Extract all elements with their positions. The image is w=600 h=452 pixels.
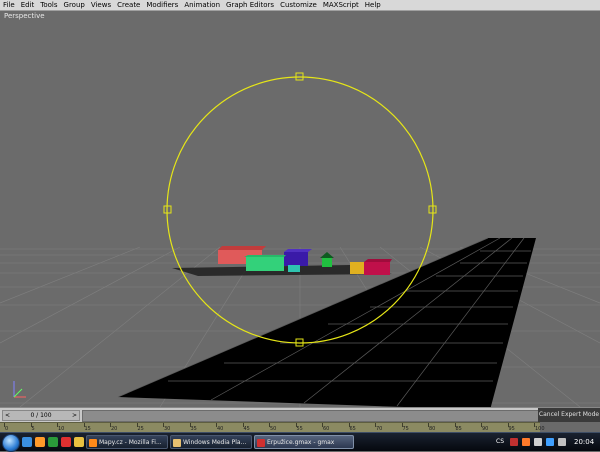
- menu-graph-editors[interactable]: Graph Editors: [223, 0, 277, 10]
- cancel-expert-mode-button[interactable]: Cancel Expert Mode: [538, 408, 600, 422]
- windows-taskbar: Mapy.cz - Mozilla Fi... Windows Media Pla…: [0, 432, 600, 452]
- time-slider-thumb[interactable]: < 0 / 100 >: [2, 410, 80, 421]
- taskbar-window-2[interactable]: Windows Media Pla...: [170, 435, 252, 449]
- time-prev-arrow[interactable]: <: [5, 411, 10, 420]
- menu-modifiers[interactable]: Modifiers: [143, 0, 181, 10]
- taskbar-window-label: Erpužice.gmax - gmax: [267, 439, 335, 446]
- network-icon[interactable]: [546, 438, 554, 446]
- menu-help[interactable]: Help: [362, 0, 384, 10]
- tray-icon-2[interactable]: [522, 438, 530, 446]
- menu-customize[interactable]: Customize: [277, 0, 320, 10]
- system-tray: CS 20:04: [496, 433, 600, 451]
- folder-icon: [173, 439, 181, 447]
- time-slider[interactable]: < 0 / 100 > Cancel Expert Mode: [0, 407, 600, 422]
- start-orb-icon[interactable]: [2, 434, 20, 452]
- menu-create[interactable]: Create: [114, 0, 143, 10]
- menu-tools[interactable]: Tools: [37, 0, 60, 10]
- small-green-house: [320, 252, 334, 267]
- taskbar-window-3[interactable]: Erpužice.gmax - gmax: [254, 435, 354, 449]
- clock[interactable]: 20:04: [574, 438, 594, 446]
- quicklaunch-icon-3[interactable]: [61, 437, 71, 447]
- menu-maxscript[interactable]: MAXScript: [320, 0, 362, 10]
- menu-bar: File Edit Tools Group Views Create Modifiers An…: [0, 0, 600, 11]
- viewport-label[interactable]: Perspective: [4, 12, 45, 20]
- firefox-icon: [89, 439, 97, 447]
- menu-file[interactable]: File: [0, 0, 18, 10]
- time-position: 0 / 100: [30, 412, 52, 419]
- taskbar-window-label: Mapy.cz - Mozilla Fi...: [99, 439, 162, 446]
- menu-group[interactable]: Group: [61, 0, 88, 10]
- perspective-viewport[interactable]: Perspective: [0, 11, 600, 407]
- gmax-icon: [257, 439, 265, 447]
- tray-icon-1[interactable]: [510, 438, 518, 446]
- magenta-building: [364, 259, 392, 275]
- taskbar-window-label: Windows Media Pla...: [183, 439, 247, 446]
- quicklaunch-icon-2[interactable]: [48, 437, 58, 447]
- time-track[interactable]: [82, 410, 539, 422]
- language-indicator[interactable]: CS: [496, 438, 504, 445]
- viewport-scene: [0, 72, 600, 407]
- volume-icon[interactable]: [558, 438, 566, 446]
- show-desktop-icon[interactable]: [22, 437, 32, 447]
- time-next-arrow[interactable]: >: [72, 411, 77, 420]
- tray-icon-3[interactable]: [534, 438, 542, 446]
- taskbar-window-1[interactable]: Mapy.cz - Mozilla Fi...: [86, 435, 168, 449]
- menu-animation[interactable]: Animation: [181, 0, 223, 10]
- purple-building: [284, 249, 312, 266]
- quicklaunch-icon-1[interactable]: [35, 437, 45, 447]
- menu-views[interactable]: Views: [88, 0, 114, 10]
- axis-tripod-icon: [13, 381, 26, 398]
- menu-edit[interactable]: Edit: [18, 0, 38, 10]
- quicklaunch-icon-4[interactable]: [74, 437, 84, 447]
